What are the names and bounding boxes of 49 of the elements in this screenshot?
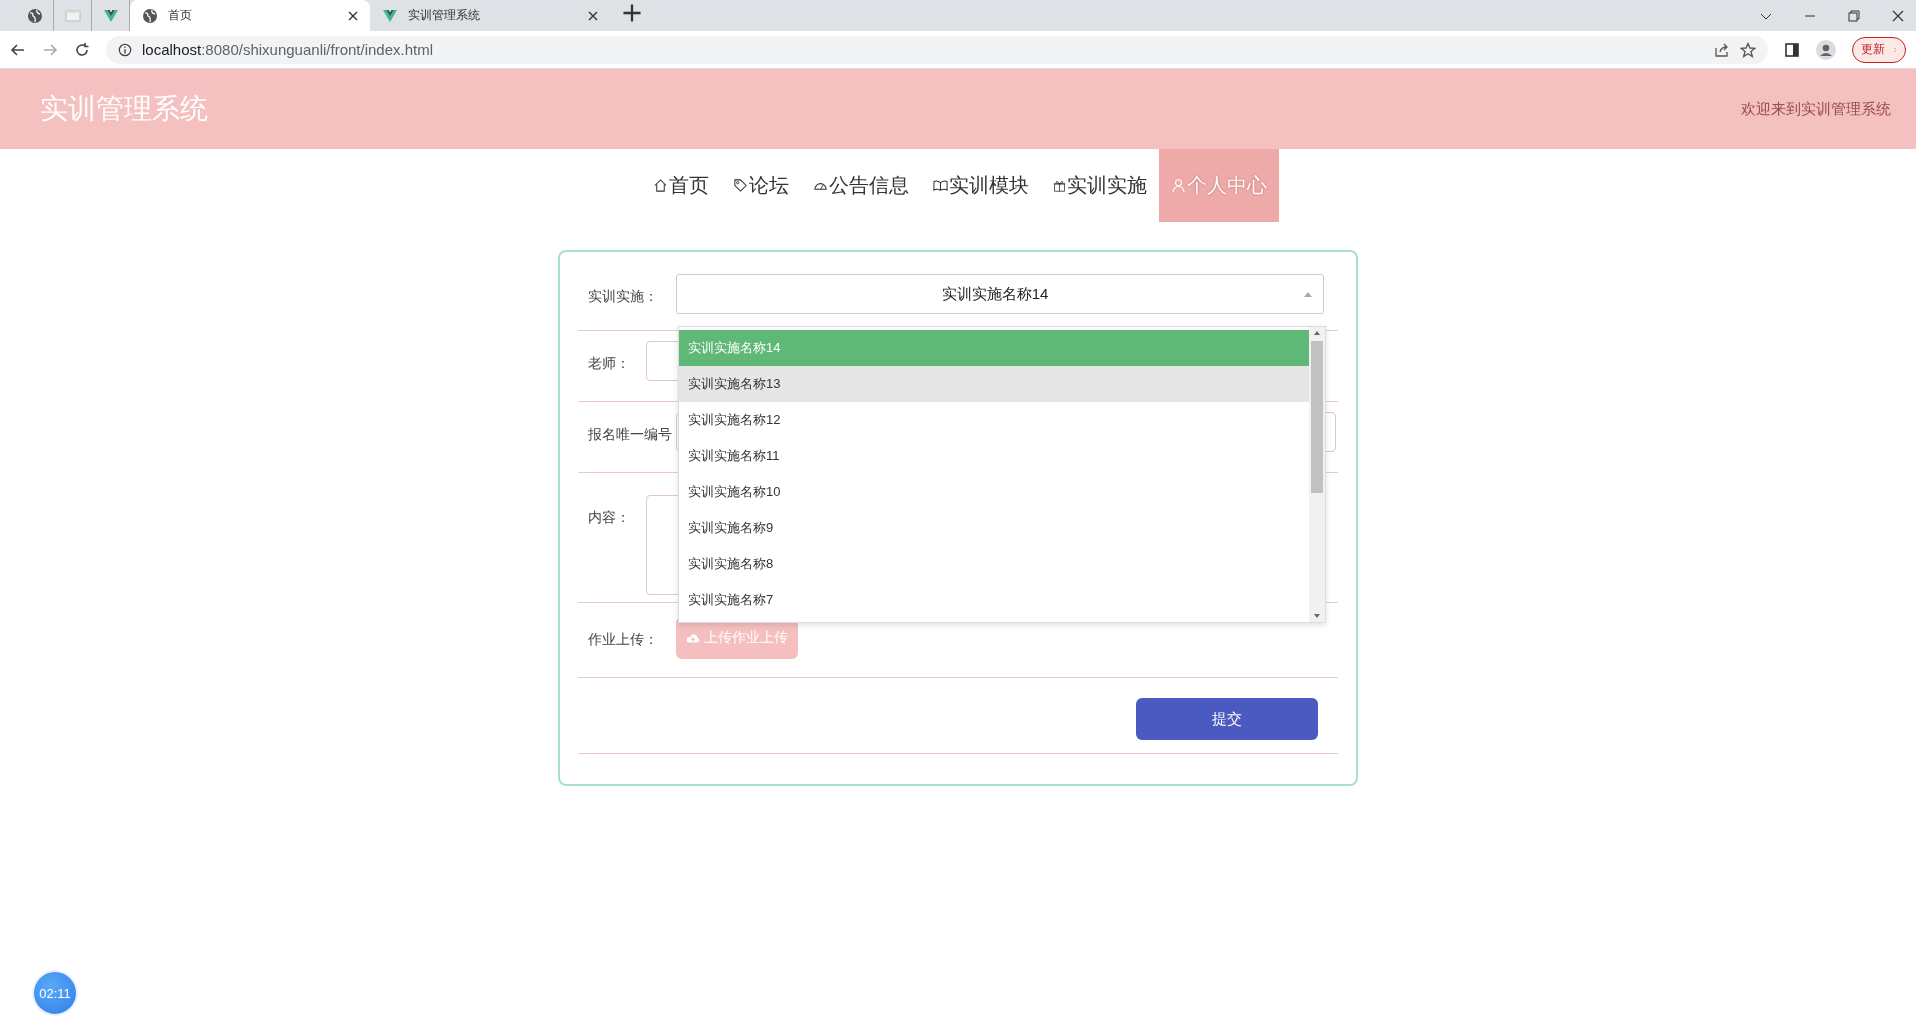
- globe-icon: [26, 7, 43, 24]
- back-icon: [10, 41, 26, 58]
- browser-tab[interactable]: 实训管理系统: [370, 0, 610, 31]
- home-icon: [653, 178, 668, 193]
- field-label: 内容：: [588, 508, 631, 527]
- welcome-text: 欢迎来到实训管理系统: [1741, 99, 1891, 119]
- side-panel-icon: [1784, 41, 1800, 58]
- scroll-down-icon: [1313, 612, 1321, 620]
- v-logo-icon: [102, 7, 119, 24]
- timer-badge: 02:11: [32, 970, 78, 1016]
- page-icon: [64, 7, 81, 24]
- info-icon: [118, 42, 132, 57]
- scroll-up-icon: [1313, 329, 1321, 337]
- select-field[interactable]: 实训实施名称14: [676, 274, 1324, 314]
- user-icon: [1171, 178, 1186, 193]
- restore-icon: [1848, 9, 1860, 22]
- nav-item[interactable]: 公告信息: [801, 149, 921, 222]
- site-title: 实训管理系统: [40, 92, 208, 126]
- field-label: 实训实施：: [588, 287, 659, 306]
- scrollbar-thumb[interactable]: [1311, 341, 1323, 493]
- star-icon: [1740, 41, 1756, 58]
- profile-icon: [1816, 39, 1836, 60]
- nav-item[interactable]: 首页: [641, 149, 721, 222]
- close-icon: [348, 10, 358, 21]
- address-bar[interactable]: localhost:8080/shixunguanli/front/index.html: [106, 35, 1768, 64]
- close-icon: [1892, 9, 1904, 22]
- submit-button[interactable]: 提交: [1136, 698, 1318, 740]
- field-label: 作业上传：: [588, 630, 659, 649]
- close-icon: [588, 10, 598, 21]
- field-label: 报名唯一编号: [588, 425, 673, 444]
- field-label: 老师：: [588, 354, 631, 373]
- book-icon: [933, 178, 948, 193]
- forward-icon: [42, 41, 58, 58]
- v-logo-icon: [382, 7, 398, 24]
- dropdown-option[interactable]: 实训实施名称13: [679, 366, 1309, 402]
- new-tab-icon: [622, 3, 642, 23]
- reload-icon: [74, 41, 90, 58]
- browser-tab[interactable]: 首页: [130, 0, 370, 31]
- cloud-upload-icon: [686, 631, 700, 645]
- share-icon: [1714, 41, 1730, 58]
- tag-icon: [733, 178, 748, 193]
- nav-item[interactable]: 论坛: [721, 149, 801, 222]
- gift-icon: [1053, 179, 1066, 192]
- globe-icon: [142, 7, 158, 24]
- nav-item[interactable]: 实训实施: [1041, 149, 1159, 222]
- select-value: 实训实施名称14: [940, 284, 1050, 304]
- nav-item[interactable]: 实训模块: [921, 149, 1041, 222]
- scrollbar[interactable]: [1309, 327, 1325, 622]
- update-button[interactable]: 更新: [1852, 36, 1906, 63]
